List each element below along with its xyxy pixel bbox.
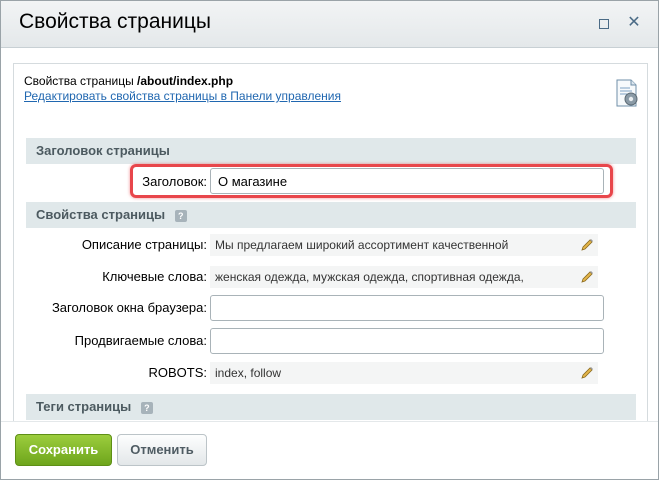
footer-divider	[1, 421, 658, 422]
close-icon[interactable]: ✕	[626, 15, 642, 31]
page-properties-section-header: Свойства страницы ?	[26, 202, 636, 228]
page-properties-dialog: Свойства страницы ✕ Свойства страницы /a…	[0, 0, 659, 480]
edit-description-pencil-icon[interactable]	[580, 238, 594, 252]
keywords-label: Ключевые слова:	[102, 269, 207, 284]
page-info: Свойства страницы /about/index.php Редак…	[24, 74, 341, 104]
edit-keywords-pencil-icon[interactable]	[580, 270, 594, 284]
title-input[interactable]	[210, 168, 604, 194]
help-icon[interactable]: ?	[174, 209, 187, 222]
dialog-content-panel: Свойства страницы /about/index.php Редак…	[13, 63, 648, 422]
promoted-words-label: Продвигаемые слова:	[74, 333, 207, 348]
page-tags-section-header: Теги страницы ?	[26, 394, 636, 420]
dialog-titlebar[interactable]: Свойства страницы ✕	[1, 1, 658, 48]
page-info-line: Свойства страницы /about/index.php	[24, 74, 341, 89]
promoted-words-input[interactable]	[210, 328, 604, 354]
dialog-title: Свойства страницы	[19, 10, 211, 33]
browser-title-input[interactable]	[210, 295, 604, 321]
page-properties-section-label: Свойства страницы	[36, 207, 166, 222]
description-label: Описание страницы:	[81, 237, 207, 252]
page-info-prefix: Свойства страницы	[24, 74, 134, 88]
page-title-section-label: Заголовок страницы	[36, 143, 170, 158]
page-settings-icon[interactable]	[614, 78, 640, 108]
maximize-icon[interactable]	[596, 15, 612, 31]
description-value: Мы предлагаем широкий ассортимент качест…	[210, 234, 598, 256]
edit-in-control-panel-link[interactable]: Редактировать свойства страницы в Панели…	[24, 89, 341, 103]
page-path: /about/index.php	[137, 74, 234, 88]
page-tags-section-label: Теги страницы	[36, 399, 132, 414]
robots-value: index, follow	[210, 362, 598, 384]
keywords-value: женская одежда, мужская одежда, спортивн…	[210, 266, 598, 288]
robots-label: ROBOTS:	[148, 365, 207, 380]
cancel-button[interactable]: Отменить	[117, 434, 207, 466]
browser-title-label: Заголовок окна браузера:	[51, 300, 207, 315]
page-title-section-header: Заголовок страницы	[26, 138, 636, 164]
save-button[interactable]: Сохранить	[15, 434, 112, 466]
edit-robots-pencil-icon[interactable]	[580, 366, 594, 380]
help-icon[interactable]: ?	[140, 401, 153, 414]
